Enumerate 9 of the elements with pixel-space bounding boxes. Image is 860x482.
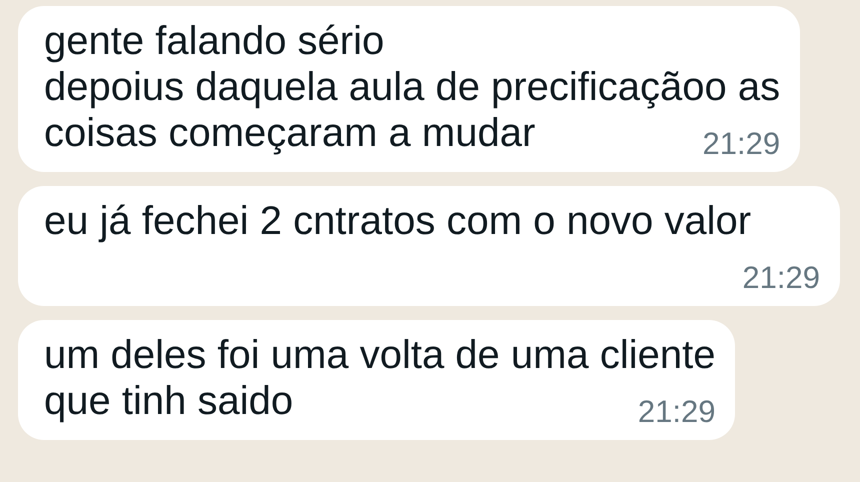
message-line: que tinh saido	[44, 379, 294, 423]
message-time: 21:29	[742, 260, 820, 296]
message-line: depoius daquela aula de precificaçãoo as	[44, 65, 780, 109]
message-line: coisas começaram a mudar	[44, 111, 536, 155]
message-time: 21:29	[702, 126, 780, 162]
message-line: eu já fechei 2 cntratos com o novo valor	[44, 199, 752, 243]
message-time: 21:29	[638, 394, 716, 430]
message-line: um deles foi uma volta de uma cliente	[44, 333, 716, 377]
message-line: gente falando sério	[44, 19, 384, 63]
